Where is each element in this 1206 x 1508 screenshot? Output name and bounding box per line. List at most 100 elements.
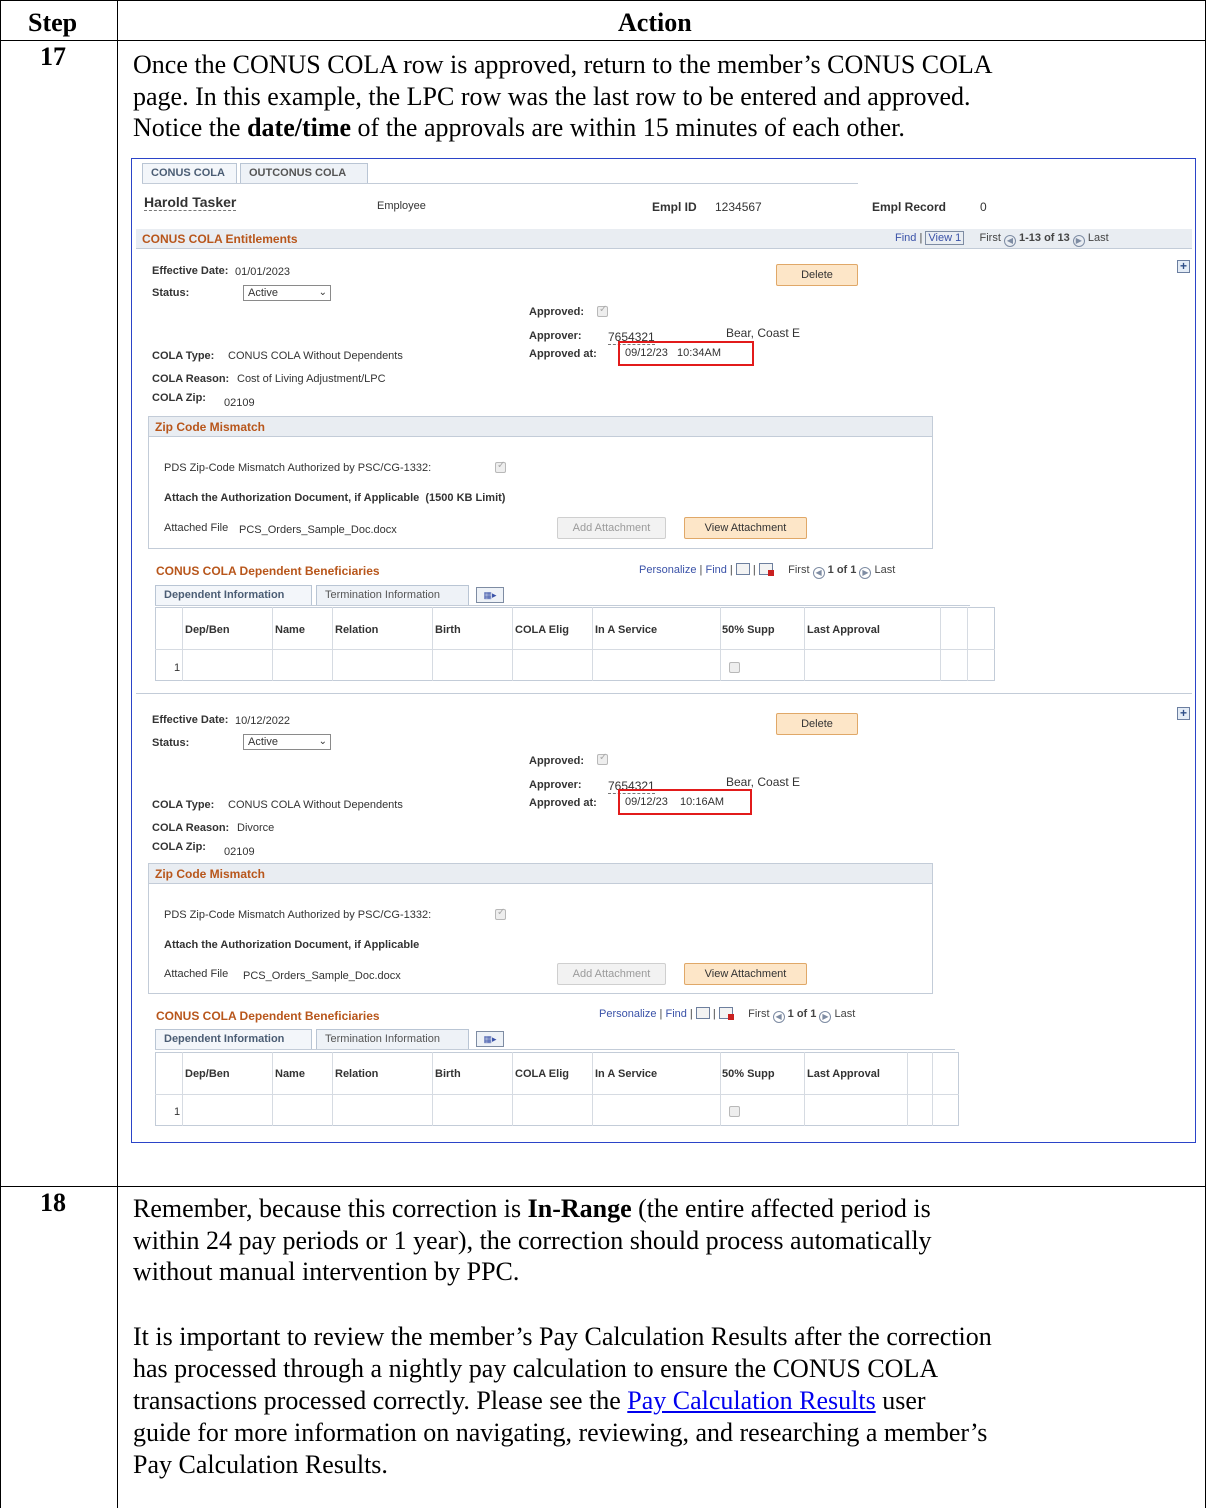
step18-line8: Pay Calculation Results. xyxy=(133,1450,388,1479)
step18-line7: guide for more information on navigating… xyxy=(133,1418,988,1447)
grid-header-line xyxy=(155,1094,959,1095)
dependents-title: CONUS COLA Dependent Beneficiaries xyxy=(156,564,380,578)
50-supp-checkbox[interactable] xyxy=(729,662,740,673)
zip-mismatch-header: Zip Code Mismatch xyxy=(149,417,932,437)
add-attachment-button[interactable]: Add Attachment xyxy=(557,963,666,985)
next-icon[interactable]: ▶ xyxy=(1072,235,1085,247)
pay-calculation-results-link[interactable]: Pay Calculation Results xyxy=(627,1386,875,1415)
col-50-supp: 50% Supp xyxy=(722,624,775,636)
row-separator xyxy=(136,693,1192,694)
tab-dependent-information[interactable]: Dependent Information xyxy=(155,1029,312,1049)
view-all-icon[interactable] xyxy=(735,563,750,575)
approved-checkbox xyxy=(597,304,608,317)
next-icon[interactable]: ▶ xyxy=(819,1011,832,1023)
find-link[interactable]: Find xyxy=(895,232,916,244)
tab-termination-information[interactable]: Termination Information xyxy=(316,1029,469,1049)
tab-dependent-information[interactable]: Dependent Information xyxy=(155,585,312,605)
add-attachment-button[interactable]: Add Attachment xyxy=(557,517,666,539)
view-attachment-button[interactable]: View Attachment xyxy=(684,517,807,539)
table-border-left xyxy=(0,0,1,1508)
empl-record-label: Empl Record xyxy=(872,200,947,214)
grid-header-line xyxy=(155,649,995,650)
previous-icon[interactable]: ◀ xyxy=(812,567,825,579)
dependents-grid xyxy=(155,607,995,681)
step17-line3: Notice the date/time of the approvals ar… xyxy=(133,113,905,142)
status-select[interactable]: Active ⌄ xyxy=(243,285,331,301)
attach-doc-label: Attach the Authorization Document, if Ap… xyxy=(164,939,420,951)
range-label: 1-13 of 13 xyxy=(1019,232,1070,244)
cola-zip-label: COLA Zip: xyxy=(152,392,206,404)
previous-icon[interactable]: ◀ xyxy=(1003,235,1016,247)
cola-type-label: COLA Type: xyxy=(152,799,215,811)
delete-button[interactable]: Delete xyxy=(776,264,858,286)
table-border-header xyxy=(0,40,1206,41)
attached-file-name: PCS_Orders_Sample_Doc.docx xyxy=(239,524,397,536)
50-supp-checkbox[interactable] xyxy=(729,1106,740,1117)
delete-button[interactable]: Delete xyxy=(776,713,858,735)
view-attachment-button[interactable]: View Attachment xyxy=(684,963,807,985)
cola-type-value: CONUS COLA Without Dependents xyxy=(228,350,403,362)
grid-divider xyxy=(720,607,721,681)
show-all-columns-icon[interactable]: ▦▸ xyxy=(476,587,504,603)
grid-divider xyxy=(804,607,805,681)
add-row-icon[interactable]: + xyxy=(1177,260,1190,273)
grid-divider xyxy=(512,1052,513,1126)
status-select[interactable]: Active ⌄ xyxy=(243,734,331,750)
tab-outconus-cola[interactable]: OUTCONUS COLA xyxy=(240,163,368,183)
approved-at-value: 09/12/23 10:34AM xyxy=(625,347,722,359)
dependents-nav: Personalize | Find | | First ◀ 1 of 1 ▶ … xyxy=(599,1007,856,1023)
col-name: Name xyxy=(275,1068,305,1080)
empl-id-value: 1234567 xyxy=(715,200,762,214)
col-name: Name xyxy=(275,624,305,636)
add-row-icon[interactable]: + xyxy=(1177,707,1190,720)
dependents-nav: Personalize | Find | | First ◀ 1 of 1 ▶ … xyxy=(639,563,896,579)
pds-mismatch-label: PDS Zip-Code Mismatch Authorized by PSC/… xyxy=(164,462,432,474)
col-dep-ben: Dep/Ben xyxy=(185,1068,230,1080)
tab-termination-information[interactable]: Termination Information xyxy=(316,585,469,605)
attached-file-label: Attached File xyxy=(164,522,229,534)
dependents-title: CONUS COLA Dependent Beneficiaries xyxy=(156,1009,380,1023)
download-icon[interactable] xyxy=(718,1007,734,1020)
show-all-columns-icon[interactable]: ▦▸ xyxy=(476,1031,504,1047)
approved-label: Approved: xyxy=(529,306,584,318)
next-icon[interactable]: ▶ xyxy=(859,567,872,579)
previous-icon[interactable]: ◀ xyxy=(772,1011,785,1023)
approved-at-label: Approved at: xyxy=(529,797,597,809)
grid-divider xyxy=(592,607,593,681)
employee-name: Harold Tasker xyxy=(144,194,237,211)
step-number-17: 17 xyxy=(40,42,66,71)
effective-date-label: Effective Date: xyxy=(152,714,229,726)
attached-file-label: Attached File xyxy=(164,968,229,980)
col-cola-elig: COLA Elig xyxy=(515,624,569,636)
personalize-link[interactable]: Personalize xyxy=(639,564,696,576)
download-icon[interactable] xyxy=(758,563,774,576)
grid-divider xyxy=(932,1052,933,1126)
grid-divider xyxy=(332,607,333,681)
grid-divider xyxy=(940,607,941,681)
cola-zip-value: 02109 xyxy=(224,846,255,858)
last-label: Last xyxy=(874,564,896,576)
column-header-action: Action xyxy=(618,8,692,37)
approver-label: Approver: xyxy=(529,779,582,791)
find-link[interactable]: Find xyxy=(705,564,726,576)
find-link[interactable]: Find xyxy=(665,1008,686,1020)
view-all-icon[interactable] xyxy=(695,1007,710,1019)
table-border-mid xyxy=(117,0,118,1508)
grid-divider xyxy=(272,607,273,681)
cola-reason-label: COLA Reason: xyxy=(152,822,230,834)
personalize-link[interactable]: Personalize xyxy=(599,1008,656,1020)
tab-conus-cola[interactable]: CONUS COLA xyxy=(142,163,237,183)
step18-line4: It is important to review the member’s P… xyxy=(133,1322,992,1351)
grid-divider xyxy=(272,1052,273,1126)
tab-underline xyxy=(142,183,858,184)
col-birth: Birth xyxy=(435,624,461,636)
status-label: Status: xyxy=(152,287,190,299)
row-number: 1 xyxy=(174,1106,181,1118)
cola-reason-label: COLA Reason: xyxy=(152,373,230,385)
cola-zip-label: COLA Zip: xyxy=(152,841,206,853)
tab-underline xyxy=(155,1049,955,1050)
conus-cola-screenshot: CONUS COLA OUTCONUS COLA Harold Tasker E… xyxy=(131,158,1196,1143)
view-1-link[interactable]: View 1 xyxy=(925,231,965,245)
step18-line3: without manual intervention by PPC. xyxy=(133,1257,520,1286)
cola-type-label: COLA Type: xyxy=(152,350,215,362)
